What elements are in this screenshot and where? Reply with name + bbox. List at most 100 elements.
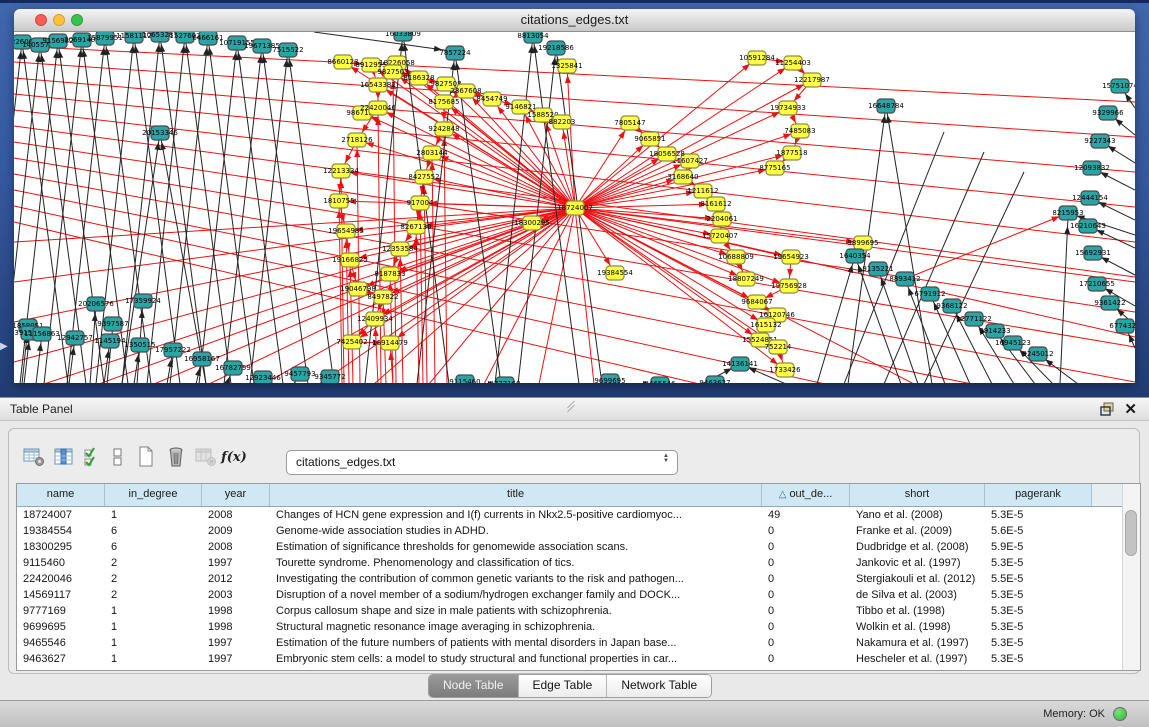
attribute-table[interactable]: namein_degreeyeartitle△out_de...shortpag… — [16, 483, 1141, 671]
tab-edge-table[interactable]: Edge Table — [519, 675, 608, 697]
table-select-combo[interactable]: citations_edges.txt ▲▼ — [286, 450, 678, 475]
graph-node[interactable]: 11254403 — [775, 56, 811, 70]
column-header[interactable]: year — [202, 484, 270, 506]
graph-node[interactable]: 9242848 — [428, 122, 459, 136]
graph-node[interactable]: 20206576 — [78, 297, 114, 311]
graph-node[interactable]: 16033809 — [385, 32, 421, 41]
select-rows-icon[interactable] — [79, 442, 105, 472]
graph-node[interactable]: 9777169 — [489, 377, 520, 383]
graph-node[interactable]: 8161612 — [700, 197, 731, 211]
delete-column-icon[interactable] — [161, 442, 191, 472]
graph-node[interactable]: 9361422 — [1094, 296, 1125, 310]
graph-node[interactable]: 15720407 — [702, 229, 738, 243]
create-column-icon[interactable] — [131, 442, 161, 472]
column-header[interactable]: title — [270, 484, 762, 506]
graph-node[interactable]: 16648784 — [868, 99, 904, 113]
graph-node[interactable]: 9368122 — [936, 299, 967, 313]
graph-node[interactable]: 9245012 — [1022, 347, 1053, 361]
graph-node[interactable]: 15751074 — [1102, 79, 1135, 93]
graph-node[interactable]: 12923446 — [245, 371, 281, 383]
show-column-icon[interactable] — [49, 442, 79, 472]
column-header[interactable]: short — [850, 484, 985, 506]
graph-node[interactable]: 1211612 — [687, 184, 718, 198]
table-row[interactable]: 1872400712008Changes of HCN gene express… — [17, 507, 1140, 523]
panel-resize-grip[interactable] — [566, 401, 580, 413]
column-header[interactable]: name — [17, 484, 105, 506]
graph-node[interactable]: 9699695 — [594, 374, 625, 383]
graph-node[interactable]: 6774321 — [1109, 319, 1135, 333]
graph-node[interactable]: 10591284 — [739, 51, 775, 65]
graph-node[interactable]: 9329966 — [1092, 106, 1124, 120]
memory-status-icon[interactable] — [1113, 707, 1127, 721]
graph-node[interactable]: 8497822 — [367, 290, 398, 304]
graph-node[interactable]: 8175685 — [428, 95, 459, 109]
delete-table-icon[interactable] — [191, 442, 221, 472]
graph-node[interactable]: 9345772 — [314, 370, 345, 383]
graph-node[interactable]: 12213334 — [323, 164, 359, 178]
graph-node[interactable]: 17210655 — [1079, 277, 1115, 291]
network-view[interactable]: 1872400786601238912955165433829867123224… — [14, 32, 1135, 383]
column-header[interactable]: in_degree — [105, 484, 202, 506]
row-tool-icon[interactable] — [105, 442, 131, 472]
graph-node[interactable]: 12409934 — [357, 312, 393, 326]
graph-node[interactable]: 9135221 — [862, 262, 893, 276]
tab-node-table[interactable]: Node Table — [429, 675, 519, 697]
graph-node[interactable]: 1640354 — [839, 249, 871, 263]
table-vertical-scrollbar[interactable] — [1122, 484, 1140, 670]
column-header[interactable]: △out_de... — [762, 484, 850, 506]
graph-node[interactable]: 9463627 — [699, 376, 730, 383]
graph-node[interactable]: 16543382 — [360, 78, 396, 92]
graph-node[interactable]: 8813054 — [517, 32, 549, 43]
table-row[interactable]: 977716911998Corpus callosum shape and si… — [17, 603, 1140, 619]
table-row[interactable]: 1938455462009Genome-wide association stu… — [17, 523, 1140, 539]
graph-node[interactable]: 7515522 — [272, 43, 303, 57]
column-header[interactable]: pagerank — [985, 484, 1092, 506]
graph-node[interactable]: 1877518 — [776, 146, 807, 160]
graph-node[interactable]: 2718126 — [341, 133, 373, 147]
graph-node[interactable]: 19218586 — [538, 41, 574, 55]
graph-node[interactable]: 8267130 — [400, 220, 431, 234]
graph-node[interactable]: 8660123 — [327, 55, 358, 69]
table-options-icon[interactable] — [19, 442, 49, 472]
graph-node[interactable]: 1325841 — [551, 59, 582, 73]
table-row[interactable]: 946362711997Embryonic stem cells: a mode… — [17, 651, 1140, 667]
network-window[interactable]: citations_edges.txt 18724007866012389129… — [14, 9, 1135, 383]
graph-node[interactable]: 752214 — [765, 340, 792, 354]
graph-node[interactable]: 6791912 — [914, 287, 945, 301]
graph-node[interactable]: 1733426 — [769, 363, 801, 377]
graph-node[interactable]: 9065851 — [634, 132, 665, 146]
panel-collapse-arrow[interactable]: ▶ — [0, 341, 8, 352]
graph-node[interactable]: 7485083 — [784, 124, 815, 138]
graph-node[interactable]: 9457793 — [284, 367, 315, 381]
graph-node[interactable]: 882203 — [549, 115, 576, 129]
table-row[interactable]: 1456911722003Disruption of a novel membe… — [17, 587, 1140, 603]
graph-node[interactable]: 9684067 — [741, 295, 772, 309]
close-panel-icon[interactable]: ✕ — [1124, 400, 1137, 418]
graph-node[interactable]: 12353584 — [382, 242, 418, 256]
graph-node[interactable]: 1615132 — [750, 318, 781, 332]
function-builder-icon[interactable]: f(x) — [221, 442, 247, 472]
graph-node[interactable]: 16782759 — [215, 361, 251, 375]
graph-node[interactable]: 2204061 — [706, 212, 737, 226]
graph-node[interactable]: 3168640 — [667, 170, 698, 184]
scrollbar-thumb[interactable] — [1125, 510, 1137, 556]
graph-node[interactable]: 9227343 — [1084, 134, 1115, 148]
table-row[interactable]: 969969511998Structural magnetic resonanc… — [17, 619, 1140, 635]
table-row[interactable]: 1830029562008Estimation of significance … — [17, 539, 1140, 555]
graph-node[interactable]: 917004 — [407, 196, 434, 210]
graph-node[interactable]: 8454749 — [476, 92, 507, 106]
table-row[interactable]: 911546021997Tourette syndrome. Phenomeno… — [17, 555, 1140, 571]
network-window-titlebar[interactable]: citations_edges.txt — [14, 9, 1135, 32]
table-row[interactable]: 946554611997Estimation of the future num… — [17, 635, 1140, 651]
tab-network-table[interactable]: Network Table — [607, 675, 711, 697]
graph-node[interactable]: 7857224 — [439, 46, 471, 60]
graph-node[interactable]: 9115460 — [449, 375, 480, 383]
table-row[interactable]: 2242004622012Investigating the contribut… — [17, 571, 1140, 587]
graph-node[interactable]: 19166825 — [332, 253, 368, 267]
graph-node[interactable]: 7805147 — [614, 116, 645, 130]
graph-node[interactable]: 1810755 — [323, 194, 354, 208]
float-panel-icon[interactable] — [1100, 402, 1115, 417]
graph-node[interactable]: 8775165 — [759, 161, 790, 175]
graph-node[interactable]: 16945123 — [995, 336, 1031, 350]
graph-node[interactable]: 19384554 — [597, 266, 633, 280]
